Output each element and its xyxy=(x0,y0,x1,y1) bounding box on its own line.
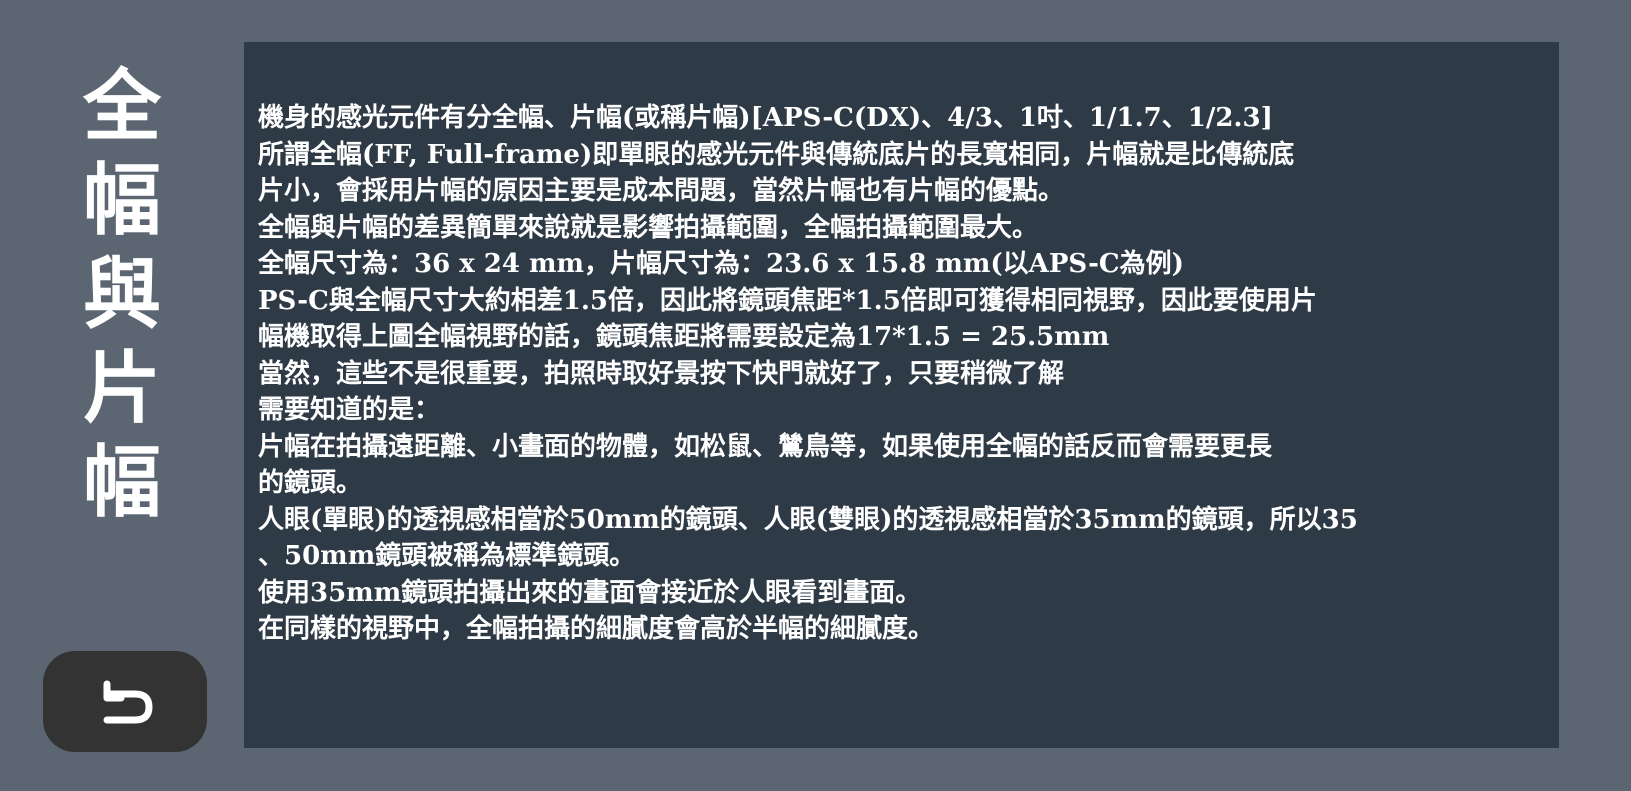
content-panel: 機身的感光元件有分全幅、片幅(或稱片幅)[APS-C(DX)、4/3、1吋、1/… xyxy=(244,42,1559,748)
content-line: 機身的感光元件有分全幅、片幅(或稱片幅)[APS-C(DX)、4/3、1吋、1/… xyxy=(258,103,1273,133)
title-char: 與 xyxy=(82,249,161,340)
title-char: 幅 xyxy=(82,155,161,246)
content-line: 人眼(單眼)的透視感相當於50mm的鏡頭、人眼(雙眼)的透視感相當於35mm的鏡… xyxy=(258,504,1358,535)
return-arrow-icon xyxy=(103,680,153,723)
content-line: 當然，這些不是很重要，拍照時取好景按下快門就好了，只要稍微了解 xyxy=(258,358,1065,389)
content-line: 幅機取得上圖全幅視野的話，鏡頭焦距將需要設定為17*1.5 = 25.5mm xyxy=(258,322,1110,352)
content-line: PS-C與全幅尺寸大約相差1.5倍，因此將鏡頭焦距*1.5倍即可獲得相同視野，因… xyxy=(258,285,1317,316)
content-line: 在同樣的視野中，全幅拍攝的細膩度會高於半幅的細膩度。 xyxy=(258,614,935,644)
content-line: 的鏡頭。 xyxy=(258,468,363,498)
title-char: 片 xyxy=(82,343,161,434)
page-title: 全 幅 與 片 幅 xyxy=(72,60,172,560)
content-line: 需要知道的是： xyxy=(258,395,441,425)
back-button[interactable] xyxy=(43,651,207,752)
content-line: 、50mm鏡頭被稱為標準鏡頭。 xyxy=(258,541,636,571)
content-line: 全幅與片幅的差異簡單來說就是影響拍攝範圍，全幅拍攝範圍最大。 xyxy=(258,212,1039,243)
title-char: 全 xyxy=(82,61,161,152)
title-char: 幅 xyxy=(82,437,161,528)
content-line: 所謂全幅(FF, Full-frame)即單眼的感光元件與傳統底片的長寬相同，片… xyxy=(258,139,1295,170)
content-line: 使用35mm鏡頭拍攝出來的畫面會接近於人眼看到畫面。 xyxy=(258,577,922,608)
content-line: 全幅尺寸為：36 x 24 mm，片幅尺寸為：23.6 x 15.8 mm(以A… xyxy=(258,249,1184,279)
content-line: 片幅在拍攝遠距離、小畫面的物體，如松鼠、鷥鳥等，如果使用全幅的話反而會需要更長 xyxy=(258,431,1273,462)
content-line: 片小，會採用片幅的原因主要是成本問題，當然片幅也有片幅的優點。 xyxy=(258,176,1065,206)
